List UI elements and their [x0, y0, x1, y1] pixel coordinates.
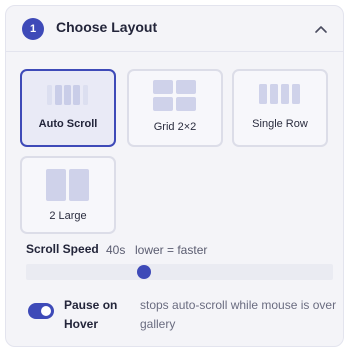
step-badge: 1 — [22, 18, 44, 40]
pause-on-hover-description: stops auto-scroll while mouse is over ga… — [140, 298, 337, 331]
layout-option-single-row[interactable]: Single Row — [232, 69, 328, 147]
scroll-speed-value: 40s — [106, 243, 126, 257]
layout-option-label: Auto Scroll — [38, 118, 98, 130]
pause-on-hover-label: Pause on Hover — [64, 298, 118, 331]
auto-scroll-layout-icon — [47, 85, 88, 105]
layout-option-label: 2 Large — [49, 210, 87, 222]
panel-title: Choose Layout — [56, 19, 158, 35]
scroll-speed-hint: lower = faster — [135, 243, 208, 257]
grid-layout-icon — [153, 80, 196, 111]
choose-layout-panel: 1 Choose Layout Auto Scroll Grid 2×2 Sin… — [5, 5, 344, 347]
layout-option-auto-scroll[interactable]: Auto Scroll — [20, 69, 116, 147]
two-large-layout-icon — [46, 169, 89, 201]
layout-option-label: Single Row — [252, 118, 308, 130]
layout-option-label: Grid 2×2 — [153, 121, 197, 133]
scroll-speed-label: Scroll Speed — [26, 242, 99, 256]
scroll-speed-slider[interactable] — [26, 264, 333, 280]
scroll-speed-slider-thumb[interactable] — [137, 265, 151, 279]
pause-on-hover-toggle[interactable] — [28, 303, 54, 319]
layout-option-two-large[interactable]: 2 Large — [20, 156, 116, 234]
panel-header[interactable]: 1 Choose Layout — [6, 6, 343, 52]
chevron-up-icon[interactable] — [313, 21, 329, 37]
toggle-knob — [41, 306, 51, 316]
single-row-layout-icon — [259, 84, 300, 104]
layout-option-grid-2x2[interactable]: Grid 2×2 — [127, 69, 223, 147]
